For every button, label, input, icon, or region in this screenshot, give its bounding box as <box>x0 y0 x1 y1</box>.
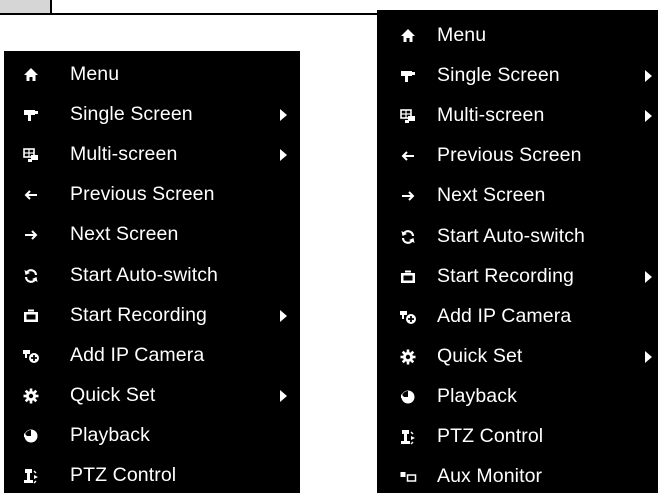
single-screen-icon <box>22 106 40 124</box>
menu-item-label: Single Screen <box>437 64 560 87</box>
menu-item-ptz-control[interactable]: PTZ Control <box>377 417 658 457</box>
menu-item-add-ip-camera[interactable]: Add IP Camera <box>377 297 658 337</box>
home-icon <box>22 66 40 84</box>
arrow-left-icon <box>22 186 40 204</box>
menu-item-label: Quick Set <box>70 383 156 406</box>
menu-item-next-screen[interactable]: Next Screen <box>377 176 658 216</box>
menu-item-multi-screen[interactable]: Multi-screen <box>4 135 300 175</box>
ptz-icon <box>399 428 417 446</box>
record-icon <box>22 307 40 325</box>
submenu-arrow-icon <box>645 110 652 123</box>
menu-item-single-screen[interactable]: Single Screen <box>377 56 658 96</box>
multi-screen-icon <box>399 107 417 125</box>
record-icon <box>399 268 417 286</box>
menu-item-label: Single Screen <box>70 103 193 126</box>
context-menu-right: Menu Single Screen Multi-screen Previous Sc… <box>377 10 658 493</box>
ptz-icon <box>22 467 40 485</box>
menu-item-label: Start Auto-switch <box>70 263 219 286</box>
menu-item-playback[interactable]: Playback <box>4 416 300 456</box>
menu-item-add-ip-camera[interactable]: Add IP Camera <box>4 336 300 376</box>
submenu-arrow-icon <box>645 70 652 83</box>
refresh-icon <box>22 267 40 285</box>
menu-item-label: Aux Monitor <box>437 465 543 488</box>
playback-icon <box>399 388 417 406</box>
menu-item-ptz-control[interactable]: PTZ Control <box>4 456 300 496</box>
refresh-icon <box>399 228 417 246</box>
home-icon <box>399 27 417 45</box>
menu-item-label: Playback <box>70 423 150 446</box>
submenu-arrow-icon <box>280 149 287 162</box>
gear-icon <box>22 387 40 405</box>
submenu-arrow-icon <box>645 350 652 363</box>
menu-item-label: Menu <box>437 24 487 47</box>
menu-item-previous-screen[interactable]: Previous Screen <box>377 136 658 176</box>
menu-item-label: Add IP Camera <box>70 343 205 366</box>
menu-item-label: Next Screen <box>70 223 179 246</box>
menu-item-start-auto-switch[interactable]: Start Auto-switch <box>377 216 658 256</box>
menu-item-label: Next Screen <box>437 184 546 207</box>
arrow-right-icon <box>22 226 40 244</box>
menu-item-quick-set[interactable]: Quick Set <box>4 376 300 416</box>
submenu-arrow-icon <box>280 109 287 122</box>
aux-monitor-icon <box>399 468 417 486</box>
menu-item-label: Menu <box>70 63 120 86</box>
menu-item-aux-monitor[interactable]: Aux Monitor <box>377 457 658 497</box>
menu-item-label: Start Recording <box>70 303 207 326</box>
menu-item-single-screen[interactable]: Single Screen <box>4 95 300 135</box>
submenu-arrow-icon <box>280 309 287 322</box>
menu-item-menu[interactable]: Menu <box>377 16 658 56</box>
context-menu-left: Menu Single Screen Multi-screen Previous Sc… <box>4 51 300 493</box>
single-screen-icon <box>399 67 417 85</box>
menu-item-label: Multi-screen <box>437 104 545 127</box>
menu-item-label: Start Auto-switch <box>437 224 586 247</box>
menu-item-playback[interactable]: Playback <box>377 377 658 417</box>
menu-item-start-recording[interactable]: Start Recording <box>377 257 658 297</box>
add-camera-icon <box>22 347 40 365</box>
arrow-left-icon <box>399 147 417 165</box>
menu-item-label: Start Recording <box>437 264 574 287</box>
menu-item-label: PTZ Control <box>437 425 544 448</box>
menu-item-label: PTZ Control <box>70 464 177 487</box>
playback-icon <box>22 427 40 445</box>
menu-item-next-screen[interactable]: Next Screen <box>4 215 300 255</box>
add-camera-icon <box>399 308 417 326</box>
menu-item-start-auto-switch[interactable]: Start Auto-switch <box>4 255 300 295</box>
menu-item-menu[interactable]: Menu <box>4 55 300 95</box>
submenu-arrow-icon <box>280 389 287 402</box>
menu-item-multi-screen[interactable]: Multi-screen <box>377 96 658 136</box>
menu-item-label: Previous Screen <box>437 144 582 167</box>
menu-item-label: Multi-screen <box>70 143 178 166</box>
menu-item-label: Add IP Camera <box>437 304 572 327</box>
submenu-arrow-icon <box>645 270 652 283</box>
gear-icon <box>399 348 417 366</box>
menu-item-label: Previous Screen <box>70 183 215 206</box>
arrow-right-icon <box>399 187 417 205</box>
top-tab <box>0 0 52 13</box>
menu-item-quick-set[interactable]: Quick Set <box>377 337 658 377</box>
menu-item-label: Playback <box>437 384 517 407</box>
menu-item-start-recording[interactable]: Start Recording <box>4 296 300 336</box>
menu-item-previous-screen[interactable]: Previous Screen <box>4 175 300 215</box>
menu-item-label: Quick Set <box>437 344 523 367</box>
multi-screen-icon <box>22 146 40 164</box>
